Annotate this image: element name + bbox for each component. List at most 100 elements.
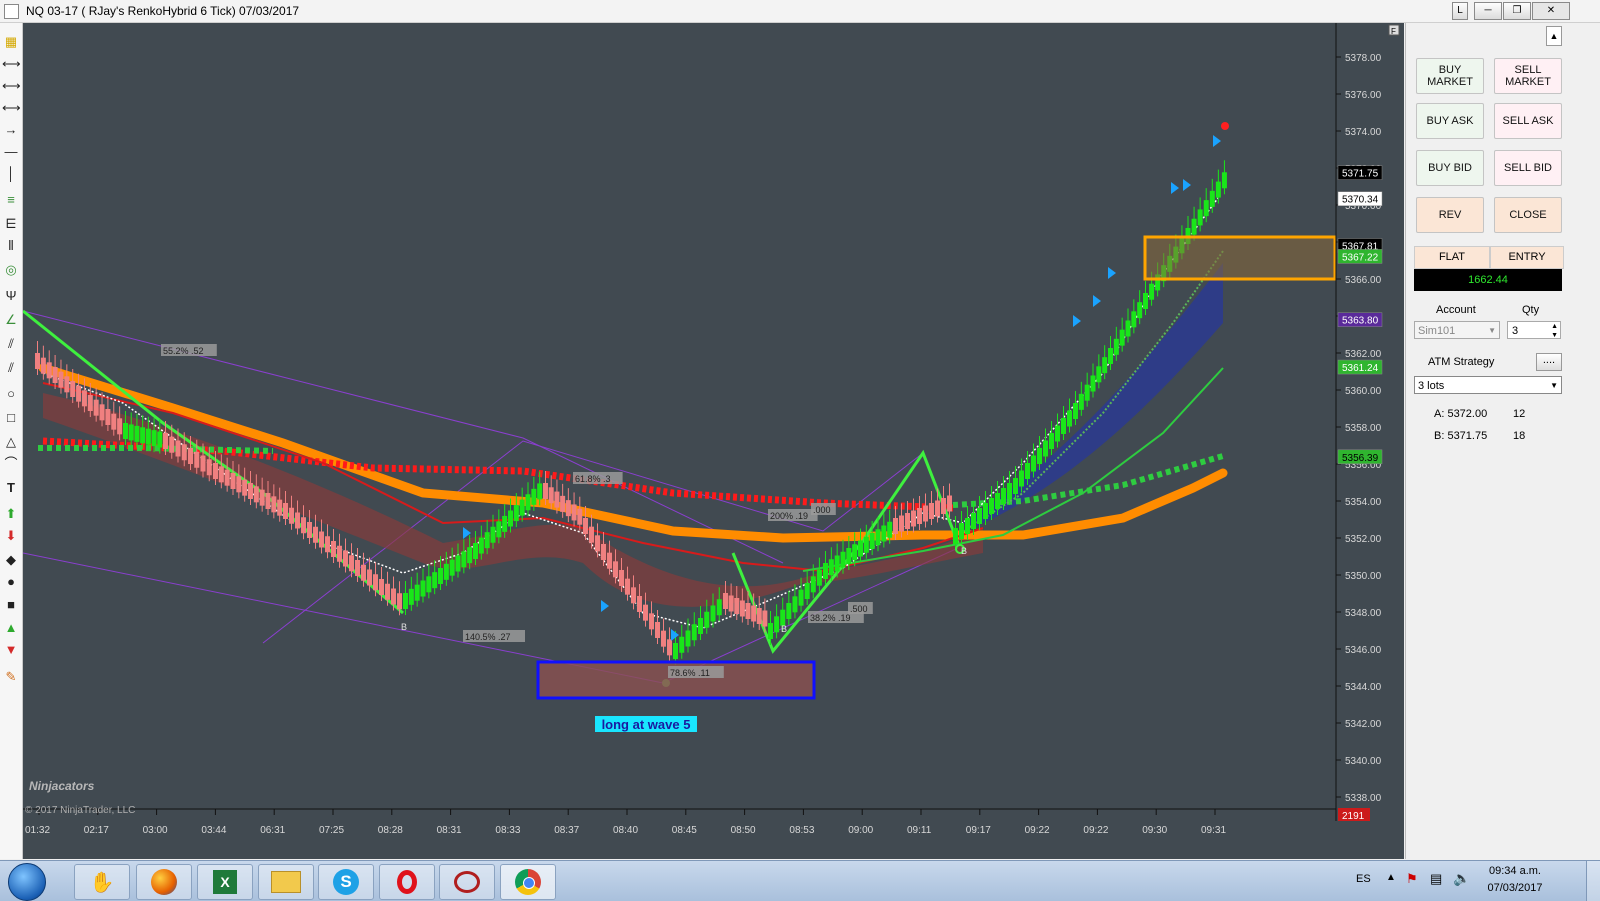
stepper-arrows-icon[interactable]: ▲ ▼	[1551, 322, 1558, 340]
horizontal-line-icon[interactable]: —	[2, 143, 20, 161]
fib-circle-icon[interactable]: ◎	[2, 261, 20, 279]
sell-ask-button[interactable]: SELL ASK	[1494, 103, 1562, 139]
candle	[206, 459, 212, 476]
candle	[70, 381, 76, 397]
candle	[1102, 357, 1108, 374]
candle	[337, 545, 342, 562]
maximize-button[interactable]: ❐	[1503, 2, 1531, 20]
candle	[798, 589, 804, 606]
buy-arrow-icon	[1108, 267, 1116, 279]
qty-stepper[interactable]: 3 ▲ ▼	[1507, 321, 1561, 339]
candle	[577, 508, 583, 525]
regression-channel-icon[interactable]: ⫽	[2, 335, 20, 353]
gann-fan-icon[interactable]: ∠	[2, 311, 20, 329]
candle	[698, 618, 703, 634]
excel-icon[interactable]: X	[197, 864, 253, 900]
firefox-icon[interactable]	[136, 864, 192, 900]
arrow-line-icon[interactable]: →	[2, 121, 20, 139]
app-icon	[4, 4, 19, 19]
clock-date[interactable]: 07/03/2017	[1482, 882, 1548, 894]
triangle-icon[interactable]: △	[2, 433, 20, 451]
ray-icon[interactable]: ⟷	[2, 77, 21, 95]
price-tick-label: 5354.00	[1345, 497, 1382, 508]
candle	[1221, 172, 1227, 189]
candle	[426, 576, 432, 593]
show-desktop-button[interactable]	[1586, 861, 1600, 901]
tray-expand-icon[interactable]: ▲	[1386, 872, 1396, 883]
buy-ask-button[interactable]: BUY ASK	[1416, 103, 1484, 139]
ninjatrader-icon[interactable]	[439, 864, 495, 900]
buy-market-button[interactable]: BUY MARKET	[1416, 58, 1484, 94]
window-title: NQ 03-17 ( RJay's RenkoHybrid 6 Tick) 07…	[26, 4, 300, 18]
arc-icon[interactable]: ⌒	[2, 455, 20, 473]
candle	[283, 503, 288, 519]
link-button[interactable]: L	[1452, 2, 1468, 20]
dot-icon[interactable]: ●	[2, 573, 20, 591]
price-chart[interactable]: long at wave 5 55.2% .52 140.5% .27 78.6% .…	[23, 23, 1404, 859]
chevron-down-icon: ▼	[1550, 381, 1558, 390]
price-tick-label: 5378.00	[1345, 53, 1382, 64]
chart-canvas[interactable]: long at wave 5 55.2% .52 140.5% .27 78.6% .…	[23, 23, 1404, 859]
vertical-line-icon[interactable]: │	[2, 165, 20, 183]
price-tick-label: 5350.00	[1345, 571, 1382, 582]
remove-drawings-icon[interactable]: ✎	[2, 668, 20, 686]
square-icon[interactable]: ■	[2, 596, 20, 614]
clock-time[interactable]: 09:34 a.m.	[1482, 865, 1548, 877]
candle	[673, 643, 678, 659]
action-center-icon[interactable]: ⚑	[1406, 871, 1418, 887]
fib-time-icon[interactable]: ⦀	[2, 237, 20, 255]
atm-settings-button[interactable]: ....	[1536, 353, 1562, 371]
candle	[175, 440, 181, 457]
rectangle-icon[interactable]: □	[2, 409, 20, 427]
language-indicator[interactable]: ES	[1356, 873, 1371, 885]
text-icon[interactable]: T	[2, 479, 20, 497]
opera-icon[interactable]	[379, 864, 435, 900]
hand-app-icon[interactable]: ✋	[74, 864, 130, 900]
line-icon[interactable]: ⟷	[2, 55, 21, 73]
candle	[111, 413, 117, 430]
fib-label: 78.6% .11	[670, 668, 710, 678]
candle	[81, 390, 87, 407]
network-icon[interactable]: ▤	[1430, 871, 1442, 887]
triangle-down-icon[interactable]: ▼	[2, 641, 20, 659]
candle	[194, 451, 200, 468]
candle	[277, 499, 283, 516]
chrome-icon[interactable]	[500, 864, 556, 900]
candle	[649, 613, 654, 630]
candle	[52, 367, 58, 383]
reverse-button[interactable]: REV	[1416, 197, 1484, 233]
close-position-button[interactable]: CLOSE	[1494, 197, 1562, 233]
minimize-button[interactable]: ─	[1474, 2, 1502, 20]
arrow-up-icon[interactable]: ⬆	[2, 505, 20, 523]
close-window-button[interactable]: ✕	[1532, 2, 1570, 20]
candle	[1203, 200, 1209, 217]
buy-bid-button[interactable]: BUY BID	[1416, 150, 1484, 186]
sell-ask-label: SELL ASK	[1502, 115, 1554, 127]
sell-market-button[interactable]: SELL MARKET	[1494, 58, 1562, 94]
ruler-icon[interactable]: ▦	[2, 33, 20, 51]
time-tick-label: 08:50	[731, 825, 756, 836]
extended-line-icon[interactable]: ⟷	[2, 99, 21, 117]
start-orb-icon[interactable]	[8, 863, 46, 901]
rev-label: REV	[1438, 209, 1462, 221]
candle	[846, 548, 852, 564]
candle	[762, 610, 768, 627]
atm-strategy-select[interactable]: 3 lots ▼	[1414, 376, 1562, 394]
volume-icon[interactable]: 🔈	[1453, 870, 1470, 887]
fib-label: 61.8% .3	[575, 474, 611, 484]
file-explorer-icon[interactable]	[258, 864, 314, 900]
trend-channel-icon[interactable]: ⫽	[2, 359, 20, 377]
triangle-up-icon[interactable]: ▲	[2, 619, 20, 637]
skype-icon[interactable]: S	[318, 864, 374, 900]
arrow-down-icon[interactable]: ⬇	[2, 527, 20, 545]
fib-extension-icon[interactable]: ⋿	[2, 215, 20, 233]
ellipse-icon[interactable]: ○	[2, 385, 20, 403]
account-select[interactable]: Sim101 ▼	[1414, 321, 1500, 339]
candle	[128, 424, 134, 441]
sell-bid-button[interactable]: SELL BID	[1494, 150, 1562, 186]
scroll-up-icon[interactable]: ▲	[1546, 26, 1562, 46]
diamond-icon[interactable]: ◆	[2, 551, 20, 569]
andrews-pitchfork-icon[interactable]: Ψ	[2, 287, 20, 305]
candle	[768, 623, 773, 639]
fib-retracement-icon[interactable]: ≡	[2, 191, 20, 209]
